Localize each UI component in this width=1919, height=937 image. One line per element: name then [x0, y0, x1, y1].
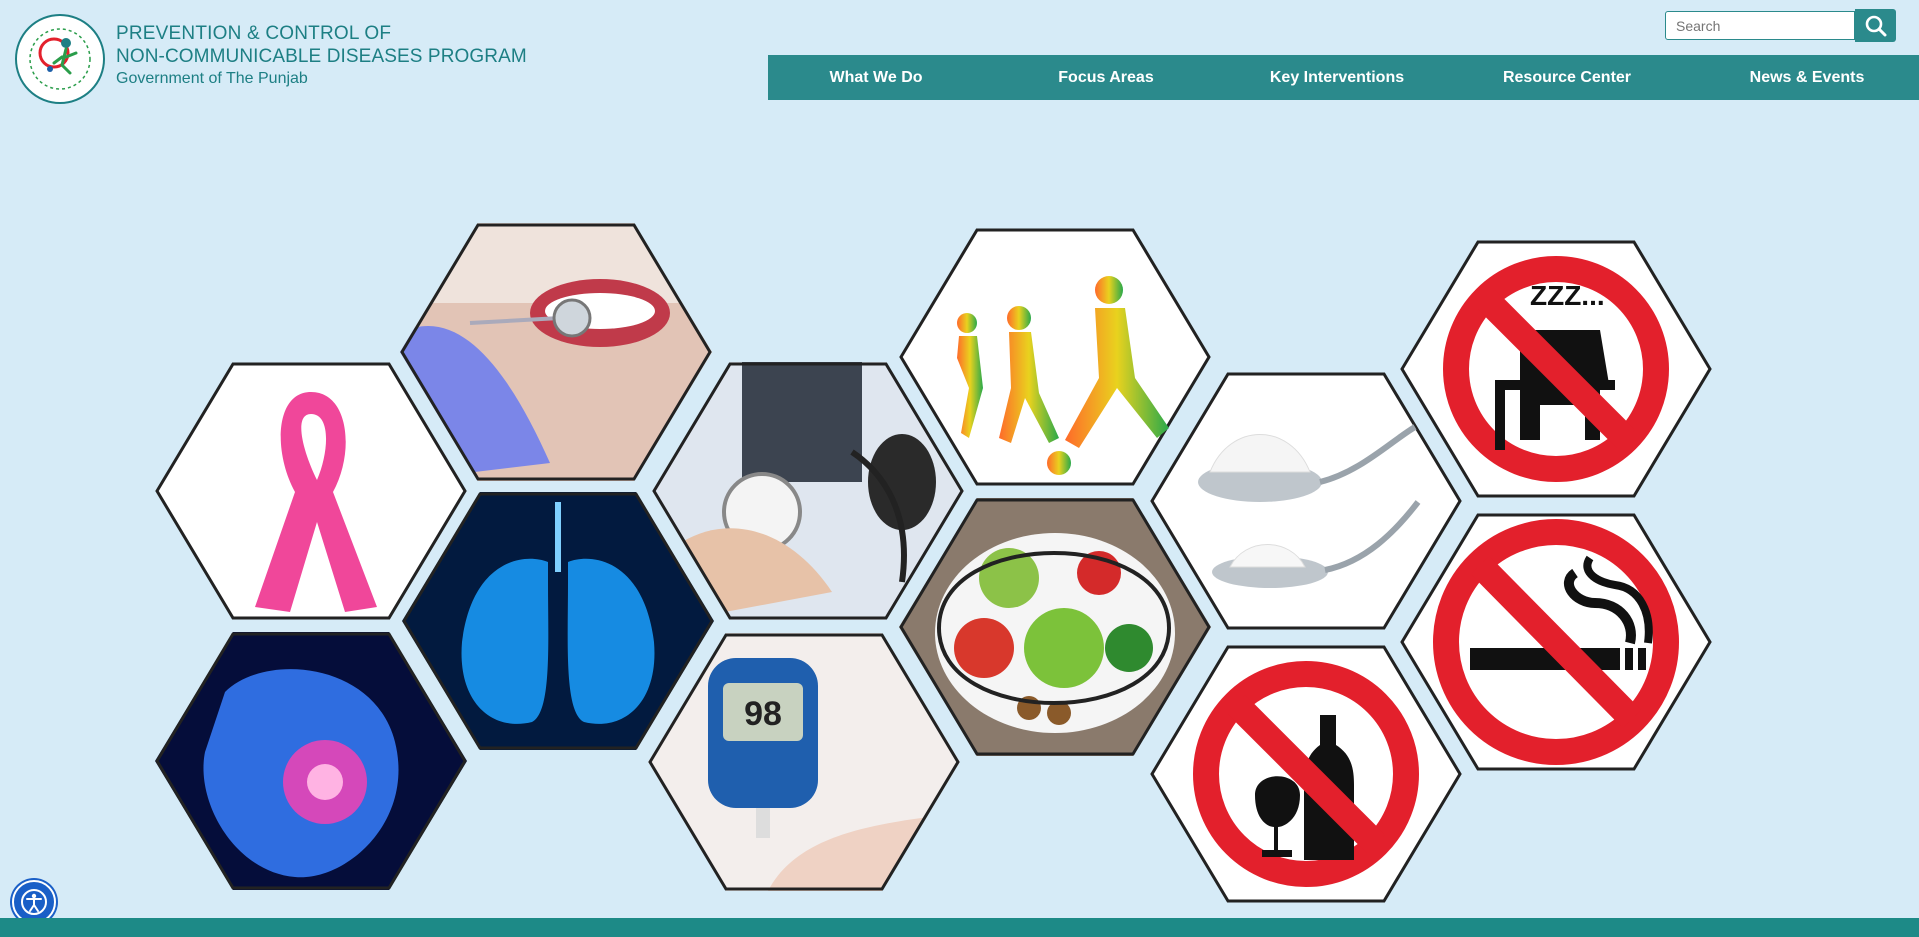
search-icon — [1865, 15, 1886, 36]
main-nav: What We Do Focus Areas Key Interventions… — [768, 55, 1919, 100]
search-button[interactable] — [1855, 9, 1896, 42]
nav-what-we-do[interactable]: What We Do — [829, 55, 922, 100]
svg-text:ZZZ...: ZZZ... — [1530, 280, 1605, 311]
svg-text:98: 98 — [744, 695, 782, 733]
brand-line-2: NON-COMMUNICABLE DISEASES PROGRAM — [116, 45, 527, 67]
no-smoking-icon[interactable] — [1400, 513, 1712, 771]
site-logo-link[interactable]: PREVENTION & CONTROL OF NON-COMMUNICABLE… — [14, 13, 527, 105]
search-input[interactable] — [1665, 11, 1855, 40]
nav-news-events[interactable]: News & Events — [1750, 55, 1865, 100]
accessibility-icon — [21, 889, 47, 915]
nav-focus-areas[interactable]: Focus Areas — [1058, 55, 1153, 100]
search-form — [1665, 9, 1896, 42]
footer-bar — [0, 918, 1919, 937]
no-sedentary-icon[interactable]: ZZZ... — [1400, 240, 1712, 498]
nav-resource-center[interactable]: Resource Center — [1503, 55, 1631, 100]
program-logo — [14, 13, 106, 105]
nav-key-interventions[interactable]: Key Interventions — [1270, 55, 1404, 100]
brand-line-1: PREVENTION & CONTROL OF — [116, 22, 392, 44]
brand-line-3: Government of The Punjab — [116, 69, 308, 87]
